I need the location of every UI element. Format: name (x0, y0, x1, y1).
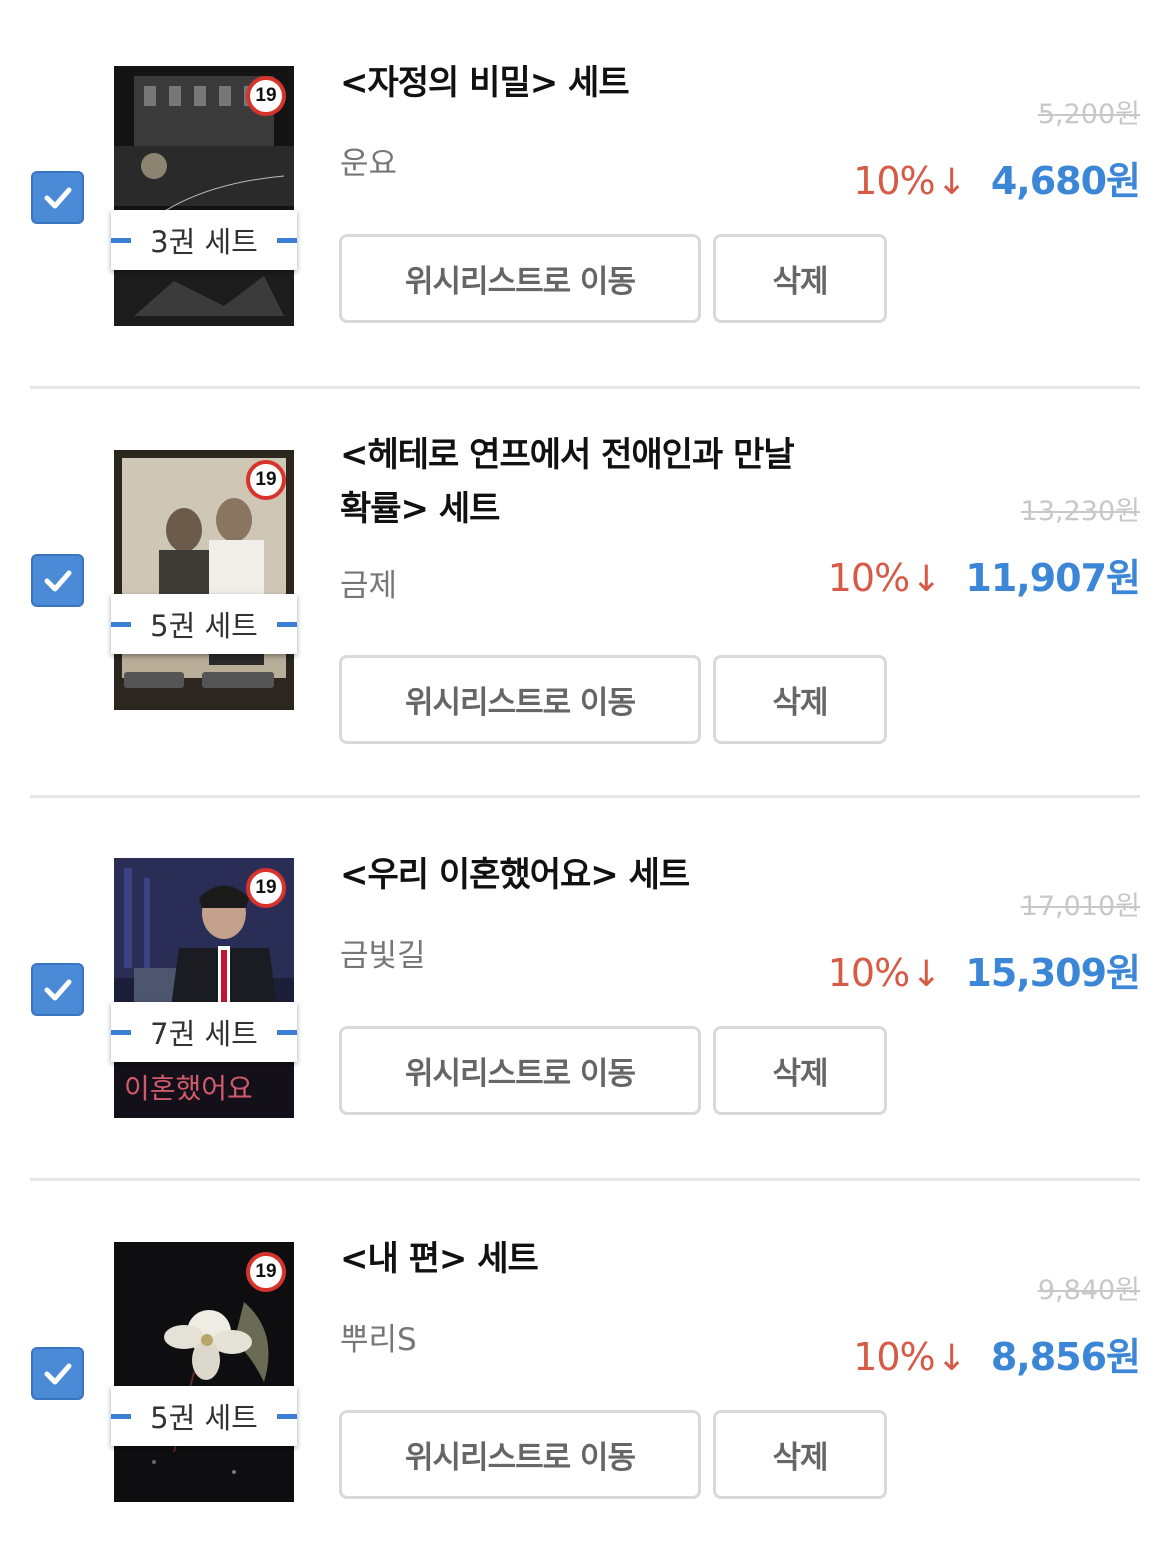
badge-dash-left (111, 1414, 131, 1419)
set-count-label: 5권 세트 (150, 1401, 258, 1435)
check-icon (44, 570, 72, 592)
move-to-wishlist-button[interactable]: 위시리스트로 이동 (339, 234, 701, 323)
move-to-wishlist-button[interactable]: 위시리스트로 이동 (339, 1026, 701, 1115)
down-arrow-icon: ↓ (936, 162, 967, 203)
set-count-badge: 7권 세트 (111, 1002, 297, 1062)
item-divider (30, 386, 1140, 389)
discount-rate: 10% (827, 951, 910, 995)
price-row: 10% ↓ 4,680원 (853, 150, 1141, 205)
sale-price: 8,856원 (990, 1335, 1141, 1379)
item-title[interactable]: <자정의 비밀> 세트 (340, 56, 840, 110)
price-row: 10% ↓ 8,856원 (853, 1326, 1141, 1381)
price-row: 10% ↓ 11,907원 (827, 547, 1141, 602)
age-19-badge: 19 (246, 1252, 286, 1292)
discount-rate: 10% (827, 556, 910, 600)
badge-dash-right (277, 622, 297, 627)
book-cover[interactable]: 이혼했어요 19 (114, 858, 294, 1118)
set-count-badge: 5권 세트 (111, 1386, 297, 1446)
cart-list: 19 3권 세트 <자정의 비밀> 세트 운요 5,200원 10% ↓ 4,6… (0, 0, 1170, 1560)
sale-price: 15,309원 (965, 951, 1141, 995)
original-price: 9,840원 (1037, 1275, 1140, 1306)
check-icon (44, 187, 72, 209)
original-price: 5,200원 (1037, 99, 1140, 130)
age-19-badge: 19 (246, 868, 286, 908)
book-cover[interactable]: 19 (114, 1242, 294, 1502)
item-author: 금제 (340, 568, 398, 604)
set-count-badge: 5권 세트 (111, 594, 297, 654)
item-checkbox[interactable] (31, 963, 84, 1016)
item-author: 운요 (340, 146, 398, 182)
badge-dash-right (277, 1414, 297, 1419)
item-title[interactable]: <헤테로 연프에서 전애인과 만날 확률> 세트 (340, 428, 830, 536)
down-arrow-icon: ↓ (911, 954, 942, 995)
badge-dash-left (111, 1030, 131, 1035)
item-checkbox[interactable] (31, 171, 84, 224)
badge-dash-right (277, 238, 297, 243)
item-author: 뿌리S (340, 1322, 417, 1358)
delete-button[interactable]: 삭제 (713, 655, 887, 744)
discount-rate: 10% (853, 159, 935, 203)
badge-dash-right (277, 1030, 297, 1035)
set-count-label: 3권 세트 (150, 225, 258, 259)
item-divider (30, 795, 1140, 798)
item-checkbox[interactable] (31, 1347, 84, 1400)
item-title[interactable]: <내 편> 세트 (340, 1232, 840, 1286)
item-divider (30, 1178, 1140, 1181)
move-to-wishlist-button[interactable]: 위시리스트로 이동 (339, 1410, 701, 1499)
set-count-label: 5권 세트 (150, 609, 258, 643)
book-cover[interactable]: 19 (114, 66, 294, 326)
age-19-badge: 19 (246, 460, 286, 500)
age-19-badge: 19 (246, 76, 286, 116)
book-cover[interactable]: 19 (114, 450, 294, 710)
down-arrow-icon: ↓ (911, 559, 942, 600)
delete-button[interactable]: 삭제 (713, 234, 887, 323)
item-author: 금빛길 (340, 938, 426, 974)
check-icon (44, 979, 72, 1001)
set-count-label: 7권 세트 (150, 1017, 258, 1051)
move-to-wishlist-button[interactable]: 위시리스트로 이동 (339, 655, 701, 744)
sale-price: 4,680원 (990, 159, 1141, 203)
item-checkbox[interactable] (31, 554, 84, 607)
cover-title-text: 이혼했어요 (124, 1072, 253, 1105)
down-arrow-icon: ↓ (936, 1338, 967, 1379)
original-price: 13,230원 (1020, 496, 1140, 527)
badge-dash-left (111, 622, 131, 627)
price-row: 10% ↓ 15,309원 (827, 942, 1141, 997)
original-price: 17,010원 (1020, 891, 1140, 922)
delete-button[interactable]: 삭제 (713, 1026, 887, 1115)
item-title[interactable]: <우리 이혼했어요> 세트 (340, 848, 840, 902)
delete-button[interactable]: 삭제 (713, 1410, 887, 1499)
badge-dash-left (111, 238, 131, 243)
set-count-badge: 3권 세트 (111, 210, 297, 270)
sale-price: 11,907원 (965, 556, 1141, 600)
discount-rate: 10% (853, 1335, 935, 1379)
check-icon (44, 1363, 72, 1385)
